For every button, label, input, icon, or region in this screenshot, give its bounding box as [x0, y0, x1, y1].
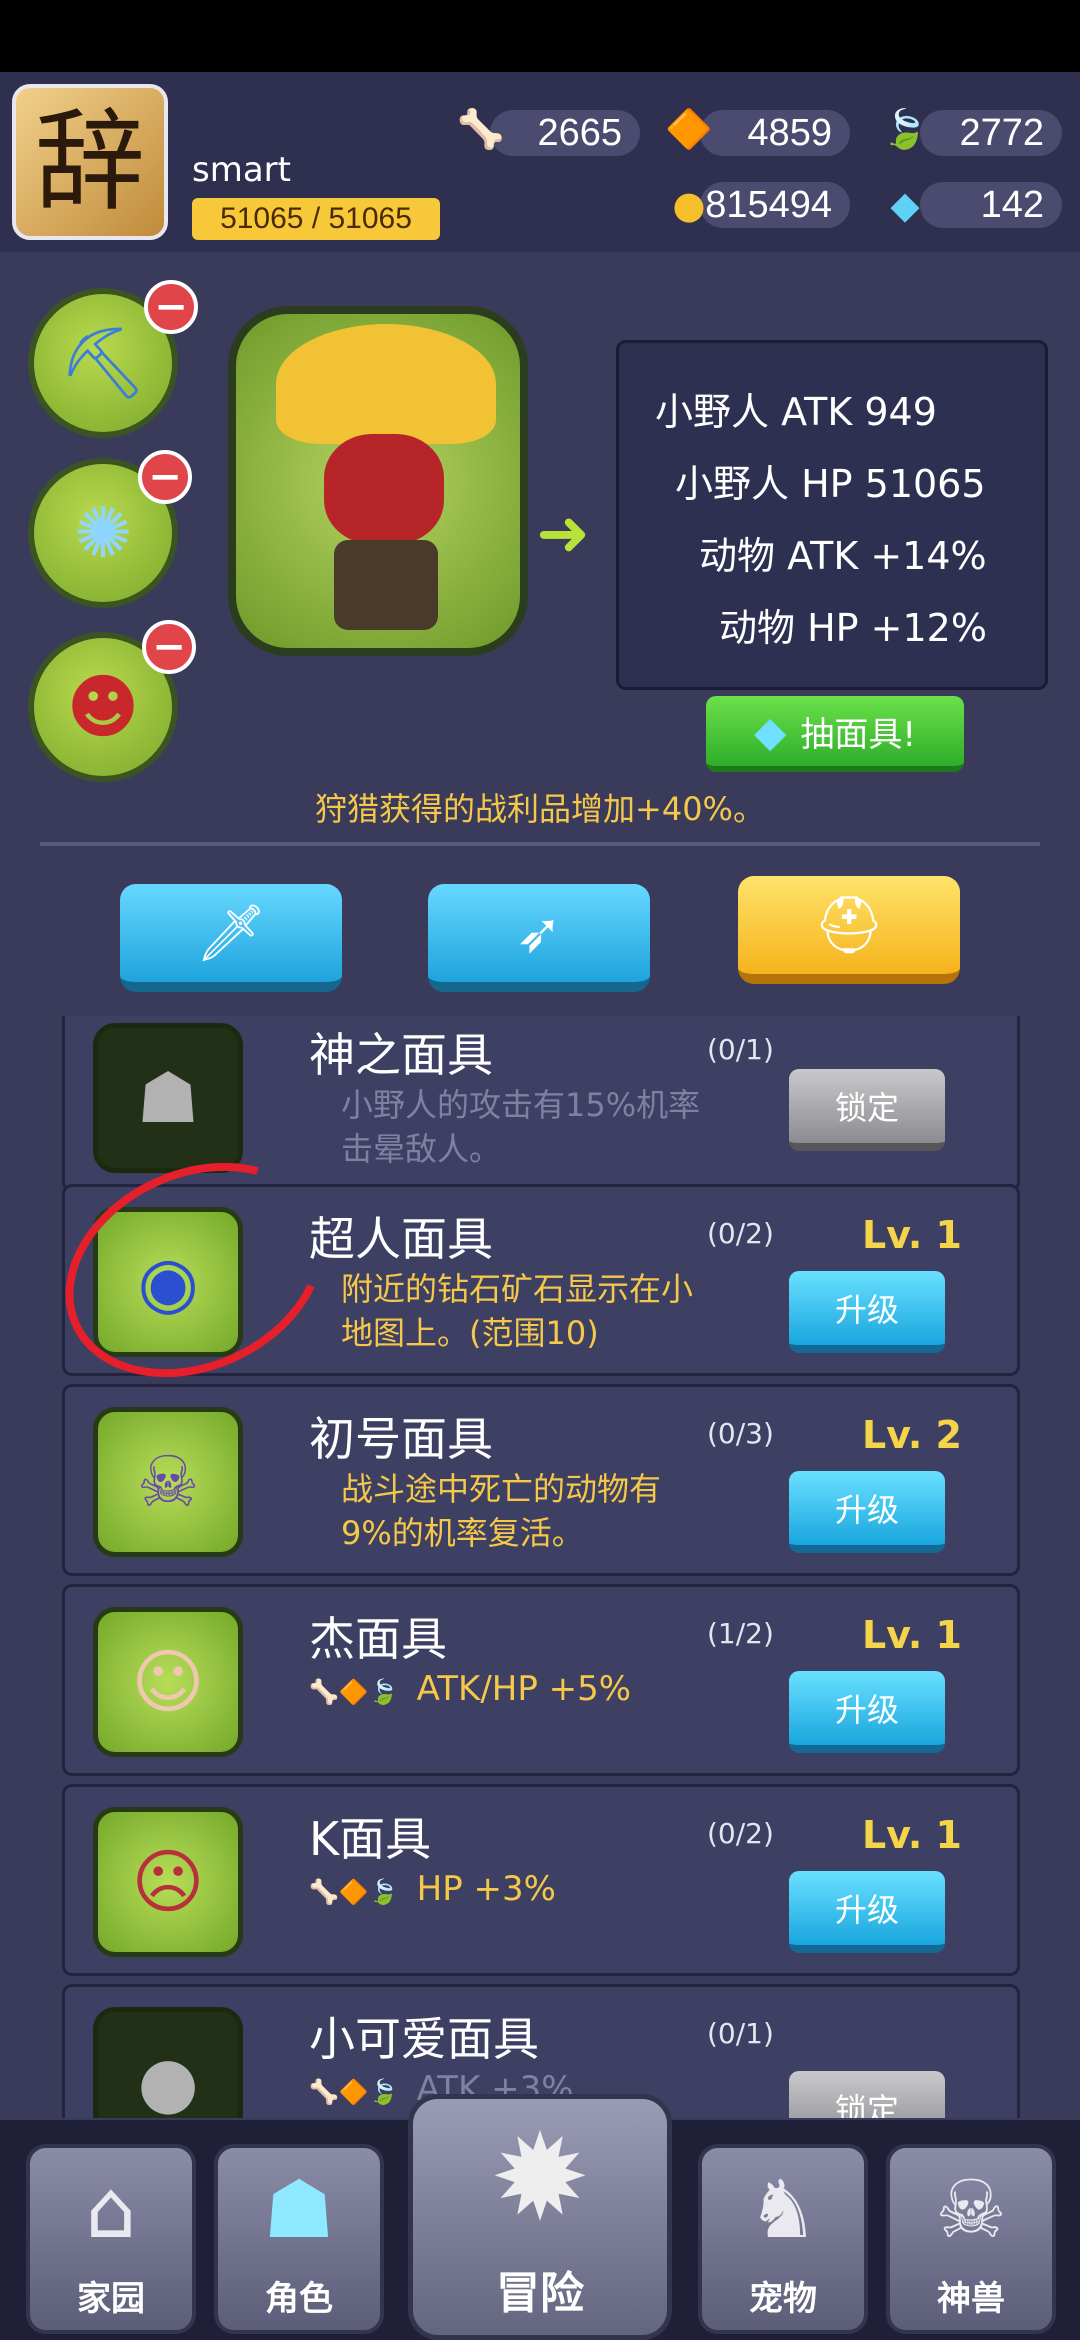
mask-description: 战斗途中死亡的动物有9%的机率复活。	[341, 1470, 662, 1552]
stat-animal-hp: 动物 HP +12%	[719, 606, 987, 650]
list-item[interactable]: ☠ 初号面具 (0/3) Lv. 2 战斗途中死亡的动物有9%的机率复活。 升级	[62, 1384, 1020, 1576]
pet-icon: ♞	[747, 2163, 819, 2256]
mask-count: (0/2)	[707, 1217, 774, 1250]
tab-masks[interactable]: ⛑	[738, 876, 960, 984]
remove-mask-button[interactable]: −	[142, 620, 196, 674]
mask-bonus-text: HP +3%	[416, 1869, 556, 1909]
mask-bonus-text: ATK/HP +5%	[416, 1669, 632, 1709]
upgrade-button[interactable]: 升级	[789, 1471, 945, 1553]
nav-pets[interactable]: ♞ 宠物	[698, 2144, 868, 2334]
dinosaur-skull-icon: ☠	[935, 2163, 1007, 2256]
remove-accessory-button[interactable]: −	[138, 450, 192, 504]
mask-level: Lv. 1	[862, 1613, 962, 1657]
mask-name: 小可爱面具	[309, 2012, 539, 2066]
divider	[40, 842, 1040, 846]
hero-body-icon	[334, 540, 438, 630]
helmet-icon: ⛑	[813, 893, 885, 958]
status-bar	[0, 0, 1080, 72]
stat-hp: 小野人 HP 51065	[675, 462, 986, 506]
claw-counter: 4859	[700, 110, 850, 156]
red-mask-icon	[324, 434, 444, 544]
home-icon: ⌂	[85, 2163, 137, 2256]
resource-icons: 🦴🔶🍃	[309, 1878, 399, 1906]
remove-weapon-button[interactable]: −	[144, 280, 198, 334]
mask-count: (0/2)	[707, 1817, 774, 1850]
nav-character-label: 角色	[265, 2279, 333, 2319]
arrow-right-icon: ➜	[536, 497, 590, 571]
mask-bonus: 🦴🔶🍃 ATK/HP +5%	[309, 1669, 631, 1709]
mask-bonus: 🦴🔶🍃 HP +3%	[309, 1869, 556, 1909]
mask-description: 附近的钻石矿石显示在小地图上。(范围10)	[341, 1270, 694, 1352]
tab-weapons[interactable]: 🗡	[120, 884, 342, 992]
cowboy-hat-icon	[276, 324, 496, 444]
nav-pets-label: 宠物	[749, 2279, 817, 2319]
resource-icons: 🦴🔶🍃	[309, 1678, 399, 1706]
nav-beasts[interactable]: ☠ 神兽	[886, 2144, 1056, 2334]
nav-home-label: 家园	[77, 2279, 145, 2319]
mask-count: (1/2)	[707, 1617, 774, 1650]
nav-adventure[interactable]: ✹ 冒险	[408, 2094, 672, 2340]
character-mask-icon: ☗	[263, 2163, 335, 2256]
nav-home[interactable]: ⌂ 家园	[26, 2144, 196, 2334]
hero-portrait	[228, 306, 528, 656]
mask-level: Lv. 1	[862, 1813, 962, 1857]
stat-atk: 小野人 ATK 949	[655, 390, 937, 434]
mask-count: (0/3)	[707, 1417, 774, 1450]
tab-accessories[interactable]: ➶	[428, 884, 650, 992]
list-item[interactable]: ☺ 杰面具 (1/2) Lv. 1 🦴🔶🍃 ATK/HP +5% 升级	[62, 1584, 1020, 1776]
loot-bonus-text: 狩猎获得的战利品增加+40%。	[315, 790, 765, 828]
mask-thumbnail: ☹	[93, 1807, 243, 1957]
leaf-counter: 2772	[920, 110, 1062, 156]
nav-character[interactable]: ☗ 角色	[214, 2144, 384, 2334]
locked-button[interactable]: 锁定	[789, 1069, 945, 1151]
mask-name: 初号面具	[309, 1412, 493, 1466]
list-item[interactable]: ☹ K面具 (0/2) Lv. 1 🦴🔶🍃 HP +3% 升级	[62, 1784, 1020, 1976]
player-name: smart	[192, 150, 291, 190]
mask-description: 小野人的攻击有15%机率击晕敌人。	[341, 1086, 701, 1168]
avatar-glyph: 辞	[35, 98, 145, 226]
mask-thumbnail: ☗	[93, 1023, 243, 1173]
gem-counter: 142	[920, 182, 1062, 228]
mask-thumbnail: ●	[93, 2007, 243, 2118]
gold-counter: 815494	[700, 182, 850, 228]
stat-animal-atk: 动物 ATK +14%	[699, 534, 987, 578]
upgrade-button[interactable]: 升级	[789, 1871, 945, 1953]
mask-count: (0/1)	[707, 2017, 774, 2050]
leaf-icon: 🍃	[881, 106, 929, 151]
upgrade-button[interactable]: 升级	[789, 1271, 945, 1353]
mask-name: 超人面具	[309, 1212, 493, 1266]
claw-icon: 🔶	[665, 106, 713, 151]
mask-name: K面具	[309, 1812, 432, 1866]
bone-icon: 🦴	[457, 106, 505, 151]
gold-icon: ●	[672, 183, 706, 227]
upgrade-button[interactable]: 升级	[789, 1671, 945, 1753]
gem-icon: ◆	[754, 706, 787, 756]
mask-thumbnail: ☺	[93, 1607, 243, 1757]
mask-name: 杰面具	[309, 1612, 447, 1666]
nav-adventure-label: 冒险	[496, 2268, 584, 2319]
player-hp-bar: 51065 / 51065	[192, 198, 440, 240]
wing-icon: ➶	[515, 900, 563, 966]
bone-counter: 2665	[490, 110, 640, 156]
mask-name: 神之面具	[309, 1028, 493, 1082]
stats-panel: 小野人 ATK 949 小野人 HP 51065 动物 ATK +14% 动物 …	[616, 340, 1048, 690]
draw-mask-button[interactable]: ◆ 抽面具!	[706, 696, 964, 772]
spiked-club-icon: ✹	[489, 2108, 591, 2248]
mask-level: Lv. 1	[862, 1213, 962, 1257]
mask-level: Lv. 2	[862, 1413, 962, 1457]
draw-mask-label: 抽面具!	[800, 714, 916, 755]
player-avatar[interactable]: 辞	[12, 84, 168, 240]
mask-count: (0/1)	[707, 1033, 774, 1066]
mask-thumbnail: ☠	[93, 1407, 243, 1557]
sword-icon: 🗡	[195, 901, 267, 966]
nav-beasts-label: 神兽	[937, 2279, 1005, 2319]
resource-icons: 🦴🔶🍃	[309, 2078, 399, 2106]
locked-button[interactable]: 锁定	[789, 2071, 945, 2118]
gem-icon: ◆	[890, 183, 920, 227]
